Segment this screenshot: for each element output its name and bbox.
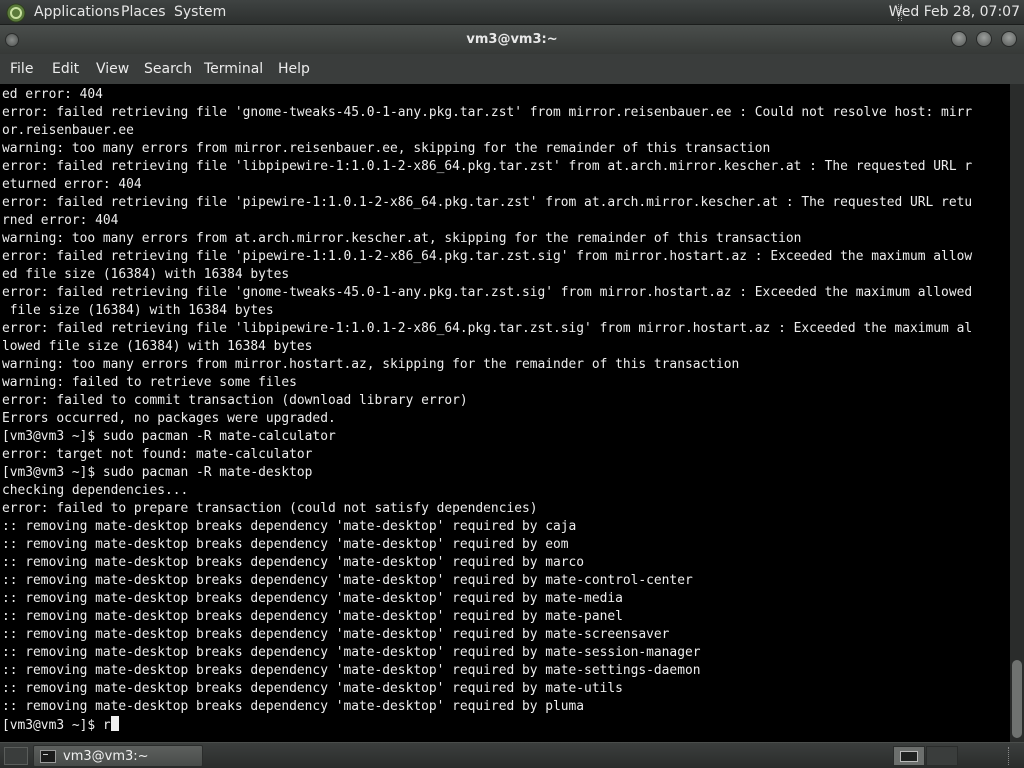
terminal-line: error: failed retrieving file 'gnome-twe… [2,285,973,300]
terminal-line: [vm3@vm3 ~]$ sudo pacman -R mate-desktop [2,465,313,480]
terminal-line: [vm3@vm3 ~]$ sudo pacman -R mate-calcula… [2,429,336,444]
menu-system[interactable]: System [174,4,226,21]
terminal-line: error: failed retrieving file 'libpipewi… [2,321,973,336]
terminal-line: :: removing mate-desktop breaks dependen… [2,537,569,552]
terminal-line: error: failed retrieving file 'gnome-twe… [2,105,973,120]
terminal-line: warning: too many errors from mirror.rei… [2,141,771,156]
terminal-menubar: File Edit View Search Terminal Help [0,54,1024,84]
terminal-line: error: failed retrieving file 'libpipewi… [2,159,973,174]
terminal-output[interactable]: ed error: 404 error: failed retrieving fi… [0,84,1010,742]
terminal-line: :: removing mate-desktop breaks dependen… [2,591,623,606]
terminal-line: :: removing mate-desktop breaks dependen… [2,555,585,570]
menu-edit[interactable]: Edit [52,61,79,77]
menu-file[interactable]: File [10,61,33,77]
terminal-prompt: [vm3@vm3 ~]$ [2,718,103,733]
workspace-switcher-1[interactable] [893,746,925,766]
window-titlebar[interactable]: vm3@vm3:~ [0,25,1024,54]
menu-terminal[interactable]: Terminal [204,61,263,77]
window-title: vm3@vm3:~ [466,32,558,47]
bottom-panel: vm3@vm3:~ [0,742,1024,768]
terminal-line: or.reisenbauer.ee [2,123,134,138]
panel-handle-right[interactable] [1008,747,1012,765]
close-button[interactable] [1001,31,1017,47]
workspace-window-preview [900,751,918,762]
terminal-line: error: failed retrieving file 'pipewire-… [2,195,973,210]
menu-places[interactable]: Places [121,4,166,21]
terminal-prompt-line[interactable]: [vm3@vm3 ~]$ r [2,716,1006,734]
top-panel: Applications Places System Wed Feb 28, 0… [0,0,1024,25]
clock[interactable]: Wed Feb 28, 07:07 [889,4,1020,21]
terminal-text: ed error: 404 error: failed retrieving fi… [2,86,1006,734]
terminal-line: warning: failed to retrieve some files [2,375,297,390]
terminal-line: :: removing mate-desktop breaks dependen… [2,519,577,534]
terminal-line: :: removing mate-desktop breaks dependen… [2,681,623,696]
terminal-line: :: removing mate-desktop breaks dependen… [2,609,623,624]
terminal-line: Errors occurred, no packages were upgrad… [2,411,336,426]
terminal-line: lowed file size (16384) with 16384 bytes [2,339,313,354]
terminal-line: error: failed to prepare transaction (co… [2,501,538,516]
menu-applications[interactable]: Applications [34,4,120,21]
terminal-line: :: removing mate-desktop breaks dependen… [2,699,585,714]
terminal-line: checking dependencies... [2,483,189,498]
minimize-button[interactable] [951,31,967,47]
menu-view[interactable]: View [96,61,129,77]
terminal-line: rned error: 404 [2,213,119,228]
menu-help[interactable]: Help [278,61,310,77]
mate-logo-icon[interactable] [6,3,26,23]
terminal-line: error: failed retrieving file 'pipewire-… [2,249,973,264]
scrollbar-thumb[interactable] [1012,660,1022,738]
terminal-line: :: removing mate-desktop breaks dependen… [2,573,693,588]
terminal-line: ed file size (16384) with 16384 bytes [2,267,290,282]
text-cursor [110,716,119,731]
terminal-line: ed error: 404 [2,87,103,102]
taskbar-window-label: vm3@vm3:~ [63,749,149,764]
terminal-line: eturned error: 404 [2,177,142,192]
workspace-switcher-2[interactable] [926,746,958,766]
terminal-line: warning: too many errors from mirror.hos… [2,357,740,372]
terminal-line: :: removing mate-desktop breaks dependen… [2,627,670,642]
terminal-line: error: target not found: mate-calculator [2,447,313,462]
terminal-scrollbar[interactable] [1010,84,1024,742]
show-desktop-button[interactable] [4,747,28,765]
terminal-line: warning: too many errors from at.arch.mi… [2,231,802,246]
terminal-line: error: failed to commit transaction (dow… [2,393,468,408]
terminal-line: :: removing mate-desktop breaks dependen… [2,645,701,660]
terminal-current-input[interactable]: r [103,718,111,733]
terminal-icon [40,750,56,763]
menu-search[interactable]: Search [144,61,192,77]
taskbar-window-button[interactable]: vm3@vm3:~ [33,745,203,767]
maximize-button[interactable] [976,31,992,47]
terminal-line: file size (16384) with 16384 bytes [2,303,274,318]
terminal-line: :: removing mate-desktop breaks dependen… [2,663,701,678]
